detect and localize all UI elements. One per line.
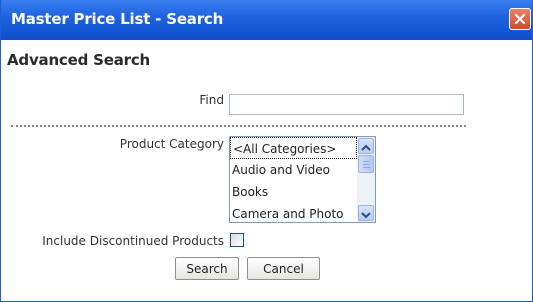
category-option-all[interactable]: <All Categories> (230, 137, 357, 159)
window-title: Master Price List - Search (11, 10, 224, 28)
chevron-down-icon (361, 204, 371, 223)
category-option-books[interactable]: Books (230, 181, 357, 203)
close-button[interactable] (509, 8, 531, 30)
category-options: <All Categories> Audio and Video Books C… (230, 137, 357, 222)
chevron-up-icon (361, 137, 371, 156)
search-dialog: Master Price List - Search Advanced Sear… (0, 0, 533, 302)
section-divider (11, 125, 466, 127)
category-option-audio-video[interactable]: Audio and Video (230, 159, 357, 181)
cancel-button[interactable]: Cancel (247, 257, 320, 280)
include-discontinued-label: Include Discontinued Products (42, 234, 224, 248)
include-discontinued-checkbox[interactable] (230, 233, 244, 247)
search-button[interactable]: Search (175, 257, 239, 280)
title-bar[interactable]: Master Price List - Search (1, 0, 532, 40)
product-category-label: Product Category (119, 137, 224, 151)
find-label: Find (199, 93, 224, 107)
thumb-grip (363, 167, 370, 168)
find-input[interactable] (229, 94, 464, 115)
scroll-thumb[interactable] (358, 155, 374, 173)
product-category-listbox[interactable]: <All Categories> Audio and Video Books C… (229, 136, 376, 223)
close-icon (513, 12, 527, 26)
category-scrollbar[interactable] (357, 137, 375, 222)
scroll-down-button[interactable] (358, 205, 374, 221)
scroll-up-button[interactable] (358, 138, 374, 154)
thumb-grip (363, 161, 370, 162)
thumb-grip (363, 164, 370, 165)
category-option-camera-photo[interactable]: Camera and Photo (230, 203, 357, 222)
advanced-search-heading: Advanced Search (7, 51, 151, 69)
